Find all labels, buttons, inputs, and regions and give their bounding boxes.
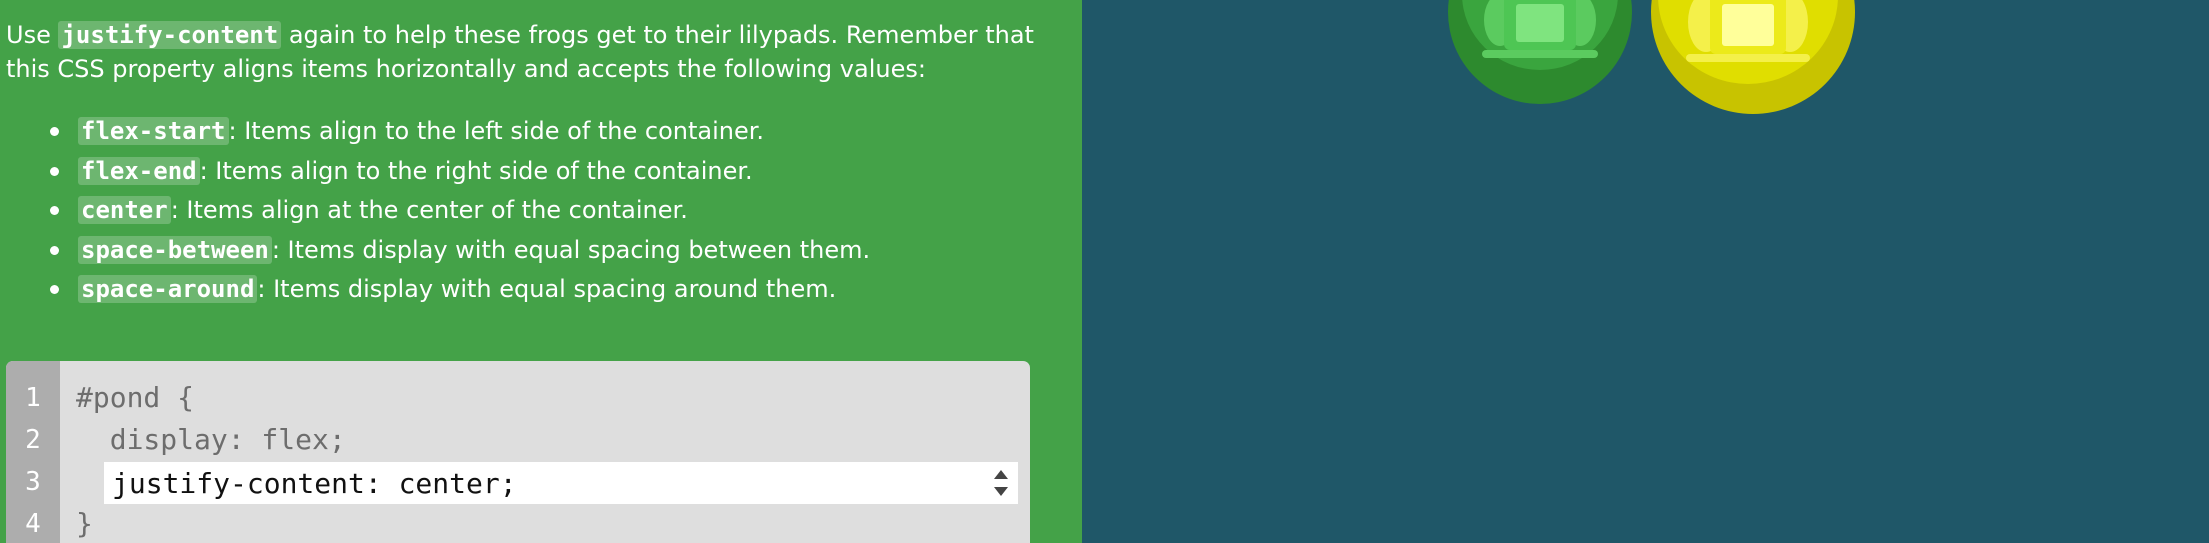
pond-board — [1082, 0, 2209, 543]
code-line-close: } — [76, 507, 93, 540]
value-description: : Items align at the center of the conta… — [170, 196, 688, 224]
arrow-up-icon — [994, 470, 1008, 479]
value-description: : Items align to the left side of the co… — [228, 117, 765, 145]
code-line-selector: #pond { — [76, 381, 195, 414]
bullet-icon — [50, 285, 59, 294]
instructions-text: Use justify-content again to help these … — [6, 18, 1066, 86]
value-keyword: space-around — [78, 275, 258, 303]
value-description: : Items display with equal spacing betwe… — [271, 235, 871, 264]
bullet-icon — [50, 245, 59, 255]
bullet-icon — [50, 206, 59, 215]
value-keyword: space-between — [78, 235, 272, 264]
value-keyword: center — [78, 196, 171, 224]
line-number: 3 — [25, 467, 41, 497]
css-editor: 1 2 3 4 #pond { display: flex; } — [6, 361, 1030, 543]
value-description: : Items display with equal spacing aroun… — [257, 275, 837, 303]
code-line-display: display: flex; — [76, 423, 346, 456]
line-number: 2 — [25, 425, 41, 455]
value-keyword: flex-start — [78, 117, 229, 145]
line-number: 1 — [25, 383, 41, 413]
list-item: center: Items align at the center of the… — [46, 191, 1066, 231]
value-keyword: flex-end — [78, 156, 200, 185]
arrow-down-icon — [994, 487, 1008, 496]
css-answer-input[interactable] — [104, 462, 1018, 504]
line-number: 4 — [25, 509, 41, 539]
frog-yellow-icon — [1658, 0, 1838, 84]
frog-green-icon — [1462, 0, 1618, 70]
property-keyword: justify-content — [58, 21, 282, 49]
bullet-icon — [50, 166, 59, 176]
values-list: flex-start: Items align to the left side… — [46, 112, 1066, 310]
list-item: space-between: Items display with equal … — [46, 231, 1066, 271]
list-item: flex-end: Items align to the right side … — [46, 152, 1066, 192]
input-resize-spinner[interactable] — [992, 465, 1012, 501]
intro-prefix: Use — [6, 21, 59, 49]
value-description: : Items align to the right side of the c… — [199, 156, 753, 185]
bullet-icon — [50, 127, 59, 136]
list-item: flex-start: Items align to the left side… — [46, 112, 1066, 152]
instructions-panel: Use justify-content again to help these … — [0, 0, 1082, 543]
line-number-gutter: 1 2 3 4 — [6, 361, 60, 543]
list-item: space-around: Items display with equal s… — [46, 270, 1066, 310]
